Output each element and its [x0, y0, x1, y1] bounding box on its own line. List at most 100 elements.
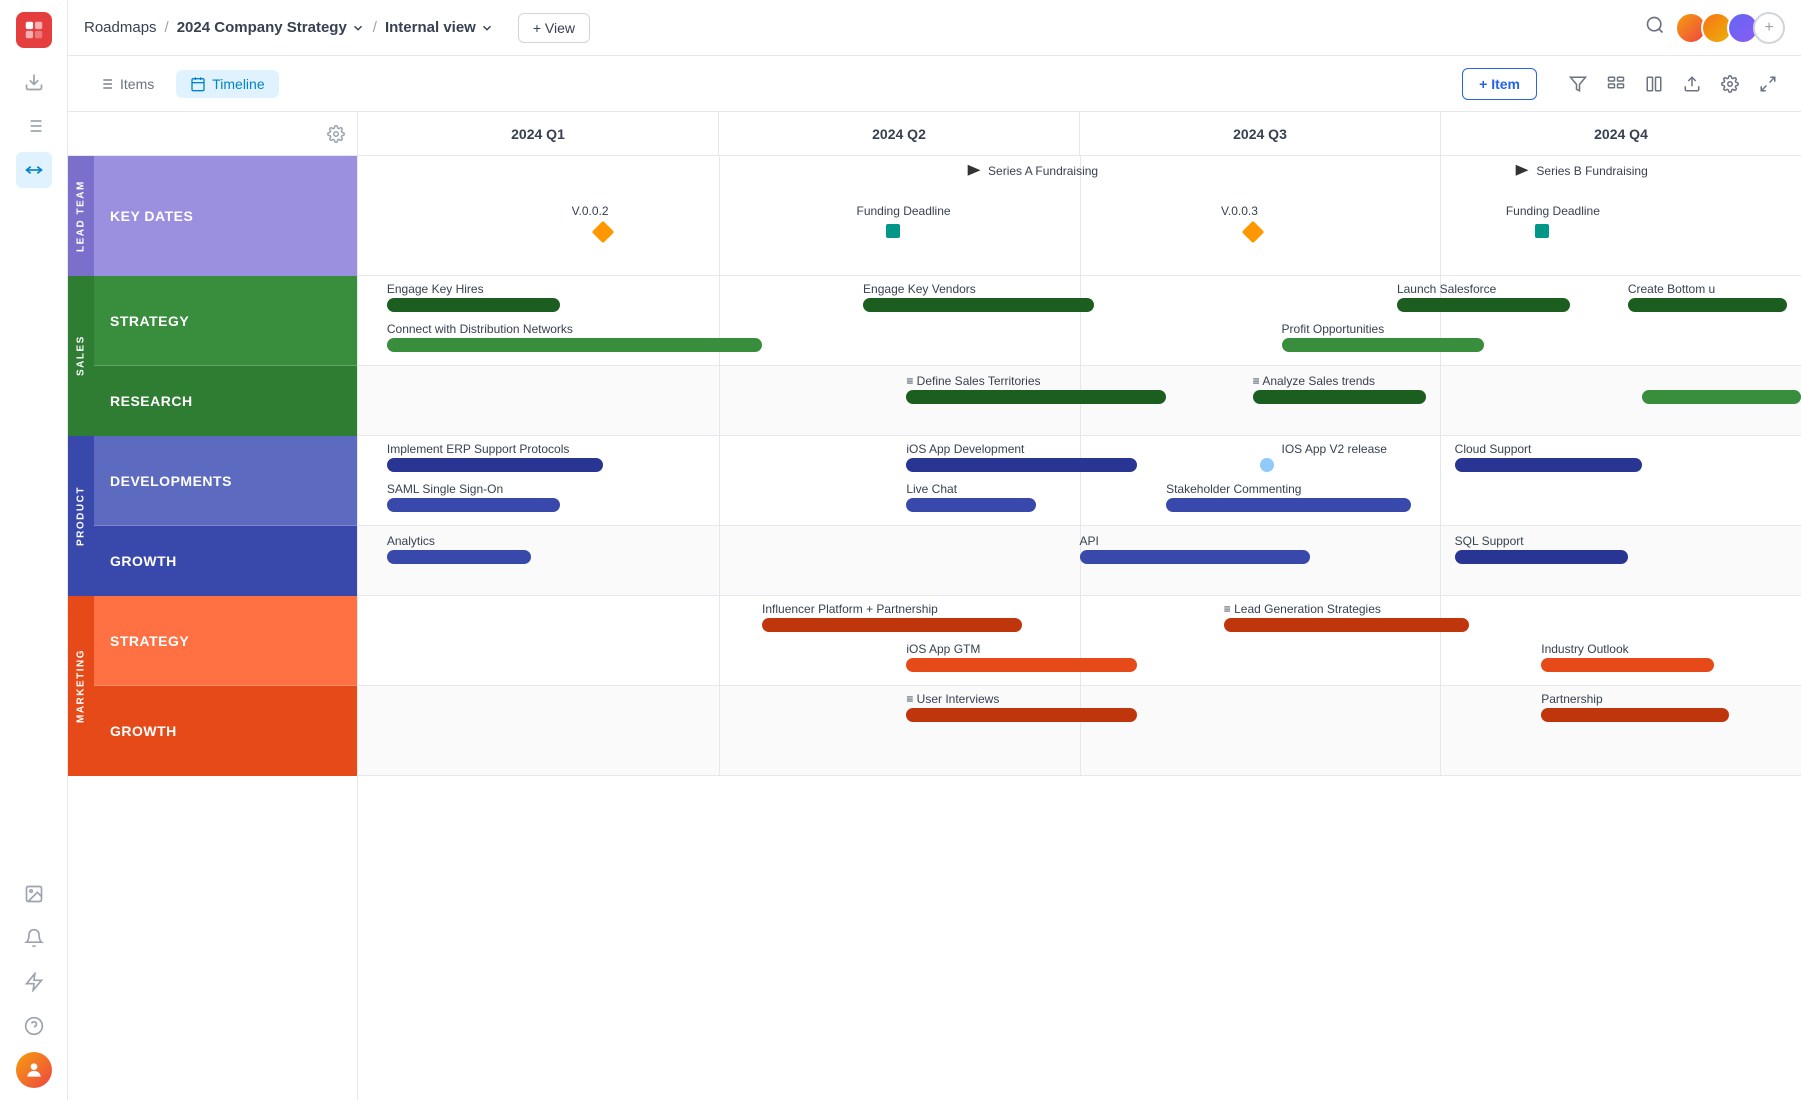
product-developments-label: DEVELOPMENTS: [94, 436, 357, 526]
group-label-marketing: MARKETING: [68, 596, 94, 776]
bar-engage-key-hires: [387, 298, 560, 312]
product-growth-label: GROWTH: [94, 526, 357, 596]
q4-header: 2024 Q4: [1441, 112, 1801, 155]
milestone-ios-v2: [1260, 458, 1274, 472]
bar-lead-generation: [1224, 618, 1469, 632]
bar-engage-key-vendors: [863, 298, 1094, 312]
gantt-row-marketing-growth: ≡ User Interviews Partnership: [358, 686, 1801, 776]
bar-sql-support: [1455, 550, 1628, 564]
quarter-headers: 2024 Q1 2024 Q2 2024 Q3 2024 Q4: [358, 112, 1801, 156]
gantt-row-marketing-strategy: Influencer Platform + Partnership ≡ Lead…: [358, 596, 1801, 686]
q3-header: 2024 Q3: [1080, 112, 1441, 155]
bar-influencer-platform: [762, 618, 1022, 632]
tab-timeline[interactable]: Timeline: [176, 70, 278, 98]
add-item-button[interactable]: + Item: [1462, 68, 1537, 100]
tab-items-label: Items: [120, 76, 154, 92]
breadcrumb-project[interactable]: 2024 Company Strategy: [177, 19, 365, 36]
bar-industry-outlook: [1541, 658, 1714, 672]
bar-user-interviews: [906, 708, 1137, 722]
sidebar-item-bell[interactable]: [16, 920, 52, 956]
bar-connect-distribution: [387, 338, 762, 352]
sales-rows: STRATEGY RESEARCH: [94, 276, 357, 436]
bar-create-bottom: [1628, 298, 1787, 312]
app-logo[interactable]: [16, 12, 52, 48]
export-icon[interactable]: [1675, 67, 1709, 101]
fullscreen-icon[interactable]: [1751, 67, 1785, 101]
bar-analyze-sales-trends: [1253, 390, 1426, 404]
bar-launch-salesforce: [1397, 298, 1570, 312]
search-icon[interactable]: [1645, 15, 1665, 40]
gantt-row-sales-strategy: Engage Key Hires Engage Key Vendors Laun…: [358, 276, 1801, 366]
milestone-series-b: Series B Fundraising: [1512, 162, 1534, 189]
sales-strategy-label: STRATEGY: [94, 276, 357, 366]
user-avatar[interactable]: [16, 1052, 52, 1088]
sidebar: [0, 0, 68, 1100]
bar-ios-app-dev: [906, 458, 1137, 472]
bar-analytics: [387, 550, 531, 564]
bar-live-chat: [906, 498, 1036, 512]
filter-icon[interactable]: [1561, 67, 1595, 101]
gantt-panel: 2024 Q1 2024 Q2 2024 Q3 2024 Q4: [358, 112, 1801, 1100]
avatar-stack: +: [1675, 12, 1785, 44]
group-lead-team: LEAD TEAM KEY DATES: [68, 156, 357, 276]
tab-items[interactable]: Items: [84, 70, 168, 98]
bar-define-sales-territories: [906, 390, 1166, 404]
group-label-sales: SALES: [68, 276, 94, 436]
group-product: PRODUCT DEVELOPMENTS GROWTH: [68, 436, 357, 596]
layout-icon[interactable]: [1637, 67, 1671, 101]
breadcrumb: Roadmaps / 2024 Company Strategy / Inter…: [84, 19, 494, 36]
sidebar-item-roadmap[interactable]: [16, 152, 52, 188]
sidebar-item-download[interactable]: [16, 64, 52, 100]
group-icon[interactable]: [1599, 67, 1633, 101]
toolbar: Items Timeline + Item: [68, 56, 1801, 112]
marketing-rows: STRATEGY GROWTH: [94, 596, 357, 776]
add-view-button[interactable]: + View: [518, 13, 590, 43]
milestone-v002: V.0.0.2: [595, 224, 611, 240]
bar-ios-gtm: [906, 658, 1137, 672]
main-content: Roadmaps / 2024 Company Strategy / Inter…: [68, 0, 1801, 1100]
q1-header: 2024 Q1: [358, 112, 719, 155]
marketing-growth-label: GROWTH: [94, 686, 357, 776]
left-panel: LEAD TEAM KEY DATES SALES STRATEGY: [68, 112, 358, 1100]
avatar-add-button[interactable]: +: [1753, 12, 1785, 44]
sidebar-item-list[interactable]: [16, 108, 52, 144]
sidebar-item-image[interactable]: [16, 876, 52, 912]
milestone-v003: V.0.0.3: [1245, 224, 1261, 240]
marketing-strategy-label: STRATEGY: [94, 596, 357, 686]
topbar-right: +: [1645, 12, 1785, 44]
group-sales: SALES STRATEGY RESEARCH: [68, 276, 357, 436]
breadcrumb-sep1: /: [165, 19, 169, 36]
bar-partnership: [1541, 708, 1729, 722]
bar-profit-opportunities: [1282, 338, 1484, 352]
left-header-spacer: [68, 112, 357, 156]
tab-timeline-label: Timeline: [212, 76, 264, 92]
lead-rows: KEY DATES: [94, 156, 357, 276]
bar-api: [1080, 550, 1311, 564]
q2-header: 2024 Q2: [719, 112, 1080, 155]
gantt-row-product-developments: Implement ERP Support Protocols iOS App …: [358, 436, 1801, 526]
gantt-row-product-growth: Analytics API SQL Support: [358, 526, 1801, 596]
settings-icon[interactable]: [1713, 67, 1747, 101]
bar-sales-research-3: [1642, 390, 1801, 404]
milestone-series-a: Series A Fundraising: [964, 162, 986, 189]
bar-erp-support: [387, 458, 603, 472]
breadcrumb-sep2: /: [373, 19, 377, 36]
bar-cloud-support: [1455, 458, 1643, 472]
sales-research-label: RESEARCH: [94, 366, 357, 436]
topbar: Roadmaps / 2024 Company Strategy / Inter…: [68, 0, 1801, 56]
group-label-lead-team: LEAD TEAM: [68, 156, 94, 276]
group-marketing: MARKETING STRATEGY GROWTH: [68, 596, 357, 776]
milestone-funding-deadline-2: Funding Deadline: [1535, 224, 1549, 238]
gantt-inner: 2024 Q1 2024 Q2 2024 Q3 2024 Q4: [358, 112, 1801, 776]
toolbar-icons: [1561, 67, 1785, 101]
gantt-row-sales-research: ≡ Define Sales Territories ≡ Analyze Sal…: [358, 366, 1801, 436]
breadcrumb-root[interactable]: Roadmaps: [84, 19, 157, 36]
gantt-row-key-dates: Series A Fundraising Series B Fundraisin…: [358, 156, 1801, 276]
group-label-product: PRODUCT: [68, 436, 94, 596]
breadcrumb-view[interactable]: Internal view: [385, 19, 494, 36]
content-area: LEAD TEAM KEY DATES SALES STRATEGY: [68, 112, 1801, 1100]
sidebar-item-help[interactable]: [16, 1008, 52, 1044]
bar-saml: [387, 498, 560, 512]
sidebar-item-lightning[interactable]: [16, 964, 52, 1000]
milestone-funding-deadline-1: Funding Deadline: [886, 224, 900, 238]
